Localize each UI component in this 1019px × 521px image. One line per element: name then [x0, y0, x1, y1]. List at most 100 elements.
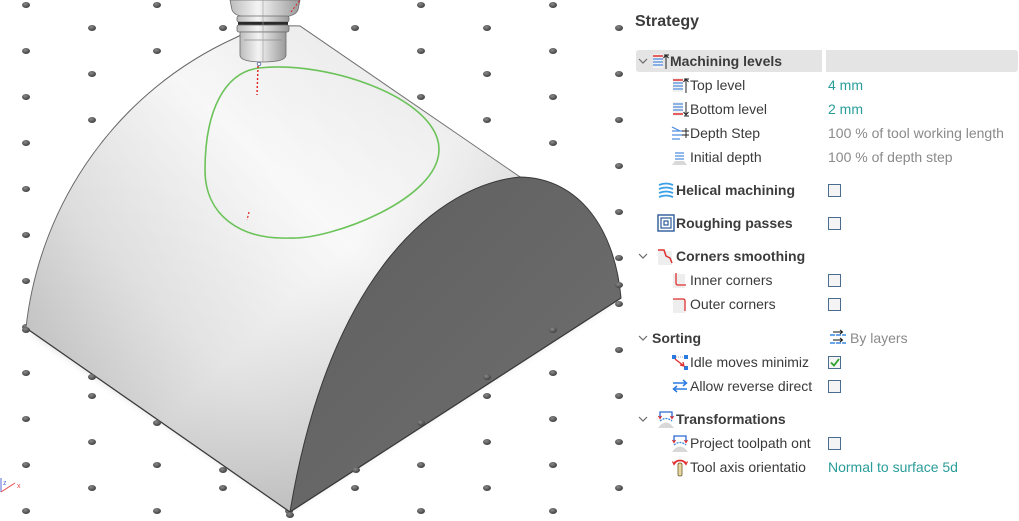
depth-step-value[interactable]: 100 % of tool working length [828, 125, 1004, 141]
row-label: Roughing passes [676, 215, 793, 231]
grid-dot [615, 209, 623, 215]
idle-moves-icon [670, 352, 690, 372]
allow-reverse-checkbox[interactable] [828, 379, 841, 393]
chevron-down-icon[interactable] [636, 331, 650, 345]
grid-dot [351, 25, 359, 31]
row-top-level[interactable]: Top level 4 mm [636, 74, 1018, 96]
row-outer-corners[interactable]: Outer corners [636, 293, 1018, 315]
tool-axis-orientation-value[interactable]: Normal to surface 5d [828, 459, 958, 475]
helical-machining-checkbox[interactable] [828, 183, 841, 197]
initial-depth-icon [670, 147, 690, 167]
grid-dot [615, 347, 623, 353]
row-sorting[interactable]: Sorting By layers [636, 327, 1018, 349]
bottom-level-value[interactable]: 2 mm [828, 101, 863, 117]
row-machining-levels[interactable]: Machining levels [636, 50, 1018, 72]
row-label: Corners smoothing [676, 248, 806, 264]
grid-dot [22, 186, 30, 192]
grid-dot [22, 2, 30, 8]
grid-dot [615, 301, 623, 307]
row-label: Sorting [652, 330, 701, 346]
grid-dot [88, 117, 96, 123]
row-idle-moves[interactable]: Idle moves minimiz [636, 351, 1018, 373]
grid-dot [88, 71, 96, 77]
inner-corners-icon [670, 270, 690, 290]
project-toolpath-checkbox[interactable] [828, 436, 841, 450]
axis-x-label: x [17, 483, 21, 490]
row-label: Idle moves minimiz [690, 354, 810, 370]
row-transformations[interactable]: Transformations [636, 408, 1018, 430]
idle-moves-checkbox[interactable] [828, 355, 841, 369]
row-label: Tool axis orientatio [690, 459, 806, 475]
initial-depth-value[interactable]: 100 % of depth step [828, 149, 953, 165]
outer-corners-icon [670, 294, 690, 314]
allow-reverse-icon [670, 376, 690, 396]
grid-dot [615, 255, 623, 261]
panel-title: Strategy [635, 13, 700, 30]
grid-dot [153, 508, 161, 514]
row-tool-axis-orientation[interactable]: Tool axis orientatio Normal to surface 5… [636, 456, 1018, 478]
grid-dot [615, 25, 623, 31]
grid-dot [615, 71, 623, 77]
grid-dot [483, 117, 491, 123]
row-label: Allow reverse direct [690, 378, 813, 394]
grid-dot [22, 48, 30, 54]
chevron-down-icon[interactable] [636, 412, 650, 426]
row-value-empty [826, 50, 1018, 72]
grid-dot [22, 416, 30, 422]
project-toolpath-icon [670, 433, 690, 453]
row-project-toolpath[interactable]: Project toolpath ont [636, 432, 1018, 454]
row-corners-smoothing[interactable]: Corners smoothing [636, 245, 1018, 267]
row-helical-machining[interactable]: Helical machining [636, 179, 1018, 201]
grid-dot [615, 163, 623, 169]
grid-dot [549, 416, 557, 422]
row-label: Top level [690, 77, 746, 93]
row-label: Depth Step [690, 125, 761, 141]
grid-dot [549, 94, 557, 100]
roughing-passes-checkbox[interactable] [828, 216, 841, 230]
chevron-down-icon[interactable] [636, 249, 650, 263]
grid-dot [22, 370, 30, 376]
grid-dot [219, 25, 227, 31]
roughing-passes-icon [656, 213, 676, 233]
row-label: Machining levels [670, 53, 783, 69]
row-label: Inner corners [690, 272, 773, 288]
grid-dot [549, 462, 557, 468]
grid-dot [549, 370, 557, 376]
outer-corners-checkbox[interactable] [828, 297, 841, 311]
grid-dot [417, 462, 425, 468]
grid-dot [483, 393, 491, 399]
grid-dot [219, 485, 227, 491]
grid-dot [153, 462, 161, 468]
grid-dot [22, 508, 30, 514]
top-level-icon [670, 75, 690, 95]
grid-dot [615, 439, 623, 445]
top-level-value[interactable]: 4 mm [828, 77, 863, 93]
row-label: Project toolpath ont [690, 435, 811, 451]
bottom-level-icon [670, 99, 690, 119]
row-allow-reverse[interactable]: Allow reverse direct [636, 375, 1018, 397]
transformations-icon [656, 409, 676, 429]
corners-smoothing-icon [656, 246, 676, 266]
3d-viewport[interactable]: z x [0, 0, 628, 521]
sorting-value[interactable]: By layers [822, 327, 1018, 349]
grid-dot [22, 140, 30, 146]
grid-dot [351, 485, 359, 491]
grid-dot [549, 508, 557, 514]
row-label: Bottom level [690, 101, 768, 117]
row-depth-step[interactable]: Depth Step 100 % of tool working length [636, 122, 1018, 144]
row-bottom-level[interactable]: Bottom level 2 mm [636, 98, 1018, 120]
row-inner-corners[interactable]: Inner corners [636, 269, 1018, 291]
row-initial-depth[interactable]: Initial depth 100 % of depth step [636, 146, 1018, 168]
strategy-panel: Strategy Machining levels Top level 4 mm… [628, 0, 1019, 521]
inner-corners-checkbox[interactable] [828, 273, 841, 287]
chevron-down-icon[interactable] [636, 54, 650, 68]
row-roughing-passes[interactable]: Roughing passes [636, 212, 1018, 234]
viewport-canvas[interactable]: z x [0, 0, 628, 521]
grid-dot [22, 232, 30, 238]
row-label: Outer corners [690, 296, 776, 312]
grid-dot [549, 140, 557, 146]
grid-dot [549, 2, 557, 8]
axis-triad: z x [0, 478, 21, 493]
grid-dot [615, 117, 623, 123]
grid-dot [483, 485, 491, 491]
